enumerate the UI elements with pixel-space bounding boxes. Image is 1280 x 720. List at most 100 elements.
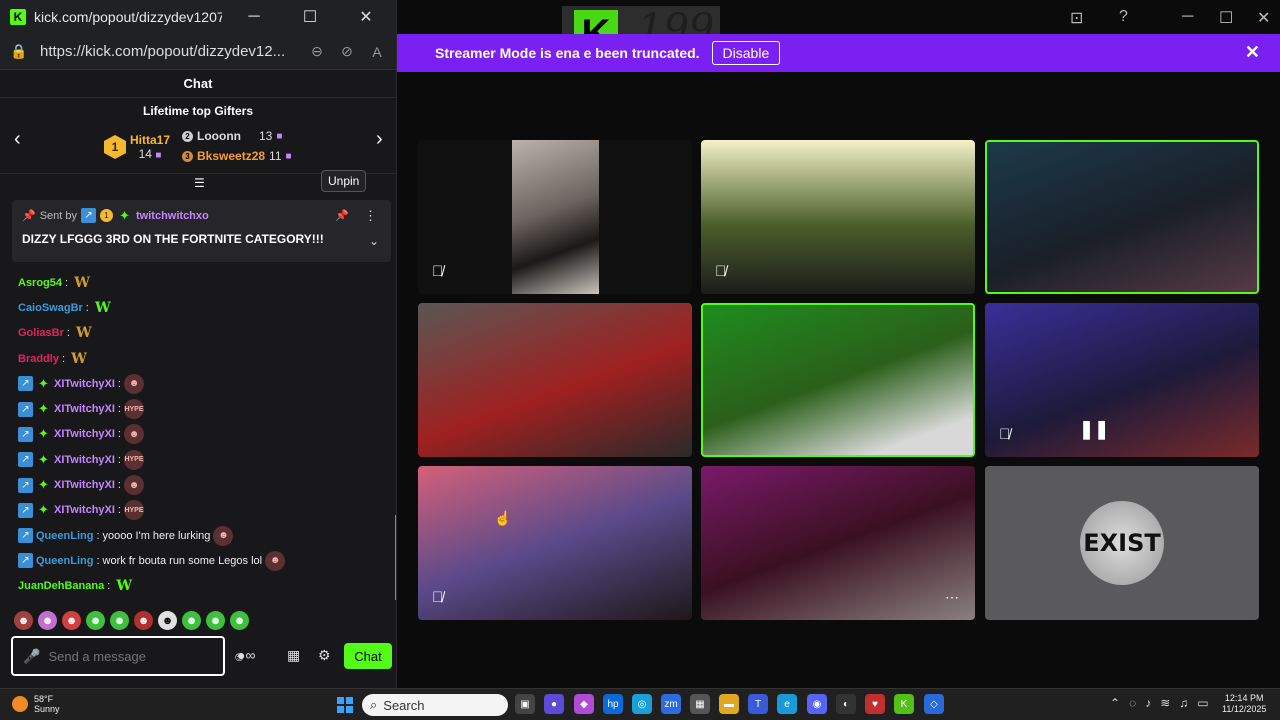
more-options-icon[interactable]: ⋯	[945, 589, 959, 606]
microphone-icon[interactable]: ♪	[1145, 696, 1151, 710]
task-view-icon[interactable]: ▣	[515, 694, 535, 714]
battery-icon[interactable]: ▭	[1197, 696, 1208, 710]
chat-username[interactable]: XITwitchyXI	[54, 454, 115, 466]
discord-icon[interactable]: ◉	[807, 694, 827, 714]
read-aloud-icon[interactable]: A	[368, 44, 386, 60]
chat-username[interactable]: QueenLing	[36, 530, 93, 542]
recent-emotes-bar: ☻ ☻ ☻ ☻ ☻ ☻ ☻ ☻ ☻ ☻	[14, 611, 249, 630]
emote-icon[interactable]: ☻	[134, 611, 153, 630]
message-input[interactable]	[48, 648, 225, 664]
weather-widget[interactable]: 58°F Sunny	[12, 694, 60, 714]
store-icon[interactable]: ▦	[690, 694, 710, 714]
pin-app-icon[interactable]: ♥	[865, 694, 885, 714]
clock[interactable]: 12:14 PM 11/12/2025	[1222, 693, 1266, 715]
chat-username[interactable]: XITwitchyXI	[54, 378, 115, 390]
app-icon[interactable]: ●	[544, 694, 564, 714]
pause-icon[interactable]: ❚❚	[1079, 419, 1109, 440]
gift-icon: ■	[276, 130, 283, 142]
url-text[interactable]: https://kick.com/popout/dizzydev12...	[40, 43, 296, 60]
video-tile-8[interactable]: ⋯	[701, 466, 975, 620]
address-bar: 🔒 https://kick.com/popout/dizzydev12... …	[0, 34, 396, 70]
verified-badge-icon: ↗	[18, 376, 33, 392]
video-tile-2[interactable]: 🎙̸	[701, 140, 975, 294]
video-tile-9[interactable]: EXIST	[985, 466, 1259, 620]
lock-icon[interactable]: 🔒	[10, 43, 28, 60]
emote-icon[interactable]: ☻	[206, 611, 225, 630]
chat-username[interactable]: JuanDehBanana	[18, 580, 104, 592]
zoom-icon[interactable]: ⊖	[308, 43, 326, 60]
obs-icon[interactable]: ◐	[836, 694, 856, 714]
video-tile-1[interactable]: 🎙̸	[418, 140, 692, 294]
verified-badge-icon: ↗	[18, 426, 33, 442]
browser-icon[interactable]: ◎	[632, 694, 652, 714]
minimize-icon[interactable]: ─	[230, 0, 278, 34]
more-options-icon[interactable]: ⋮	[364, 208, 377, 224]
video-tile-7[interactable]: 🎙̸	[418, 466, 692, 620]
pinned-sender[interactable]: twitchwitchxo	[136, 210, 209, 222]
sub-badge-icon: ✦	[119, 207, 130, 223]
settings-icon[interactable]: ⚙	[318, 647, 331, 664]
copilot-icon[interactable]: ◆	[574, 694, 594, 714]
folder-icon[interactable]: ▬	[719, 694, 739, 714]
chat-username[interactable]: CaioSwagBr	[18, 302, 83, 314]
minimize-icon[interactable]: ─	[1182, 8, 1193, 26]
chat-username[interactable]: XITwitchyXI	[54, 504, 115, 516]
chat-username[interactable]: QueenLing	[36, 555, 93, 567]
chat-username[interactable]: Braddly	[18, 353, 59, 365]
kick-app-icon[interactable]: K	[894, 694, 914, 714]
volume-icon[interactable]: ♫	[1179, 696, 1188, 710]
tracking-icon[interactable]: ⊘	[338, 43, 356, 60]
record-icon[interactable]: ⊡	[1070, 8, 1083, 28]
gift-icon: ■	[285, 150, 292, 162]
kicks-icon[interactable]: ●∞	[237, 647, 255, 663]
help-icon[interactable]: ?	[1119, 8, 1128, 26]
chevron-right-icon[interactable]: ›	[376, 128, 383, 151]
chat-username[interactable]: XITwitchyXI	[54, 428, 115, 440]
emote-w: W	[71, 350, 87, 367]
video-tile-3[interactable]	[985, 140, 1259, 294]
chat-username[interactable]: Asrog54	[18, 277, 62, 289]
emote-icon[interactable]: ☻	[110, 611, 129, 630]
close-icon[interactable]: ✕	[1257, 8, 1270, 28]
video-tile-5[interactable]	[701, 303, 975, 457]
chevron-down-icon[interactable]: ⌄	[369, 234, 379, 248]
chat-username[interactable]: GoliasBr	[18, 327, 64, 339]
microphone-icon[interactable]: 🎤	[23, 648, 40, 665]
emote-icon[interactable]: ☻	[158, 611, 177, 630]
close-icon[interactable]: ✕	[1245, 42, 1260, 63]
collapse-icon[interactable]: ☰	[194, 176, 205, 190]
send-chat-button[interactable]: Chat	[344, 643, 392, 669]
emote-icon[interactable]: ☻	[230, 611, 249, 630]
teams-icon[interactable]: T	[748, 694, 768, 714]
message-box[interactable]: 🎤 ☺	[11, 636, 246, 676]
gifter-2[interactable]: 2 Looonn 13 ■	[182, 129, 282, 143]
chat-scrollbar[interactable]	[395, 515, 396, 600]
hp-icon[interactable]: hp	[603, 694, 623, 714]
disable-button[interactable]: Disable	[711, 41, 781, 65]
emote-icon[interactable]: ☻	[62, 611, 81, 630]
camera-off-icon[interactable]: ◌	[1129, 696, 1136, 710]
app-icon[interactable]: ◇	[924, 694, 944, 714]
chat-username[interactable]: XITwitchyXI	[54, 403, 115, 415]
maximize-icon[interactable]: ☐	[1219, 8, 1233, 28]
gifter-3[interactable]: 3 Bksweetz28 11 ■	[182, 149, 292, 163]
chevron-left-icon[interactable]: ‹	[14, 128, 21, 151]
zoom-app-icon[interactable]: zm	[661, 694, 681, 714]
chat-username[interactable]: XITwitchyXI	[54, 479, 115, 491]
video-tile-6[interactable]: 🎙̸ ❚❚	[985, 303, 1259, 457]
emote-icon[interactable]: ☻	[86, 611, 105, 630]
emote-icon[interactable]: ☻	[14, 611, 33, 630]
edge-icon[interactable]: e	[777, 694, 797, 714]
video-tile-4[interactable]	[418, 303, 692, 457]
emote-icon[interactable]: ☻	[38, 611, 57, 630]
pin-icon[interactable]: 📌	[335, 209, 349, 222]
chevron-up-icon[interactable]: ⌃	[1110, 696, 1120, 710]
close-icon[interactable]: ✕	[342, 0, 390, 34]
gifter-1[interactable]: 1 Hitta17 14 ■	[104, 133, 170, 161]
start-button[interactable]	[337, 697, 353, 713]
store-icon[interactable]: ▦	[287, 647, 300, 664]
maximize-icon[interactable]: ☐	[286, 0, 334, 34]
wifi-icon[interactable]: ≋	[1160, 696, 1170, 710]
taskbar-search[interactable]: ⌕ Search	[362, 694, 508, 716]
emote-icon[interactable]: ☻	[182, 611, 201, 630]
